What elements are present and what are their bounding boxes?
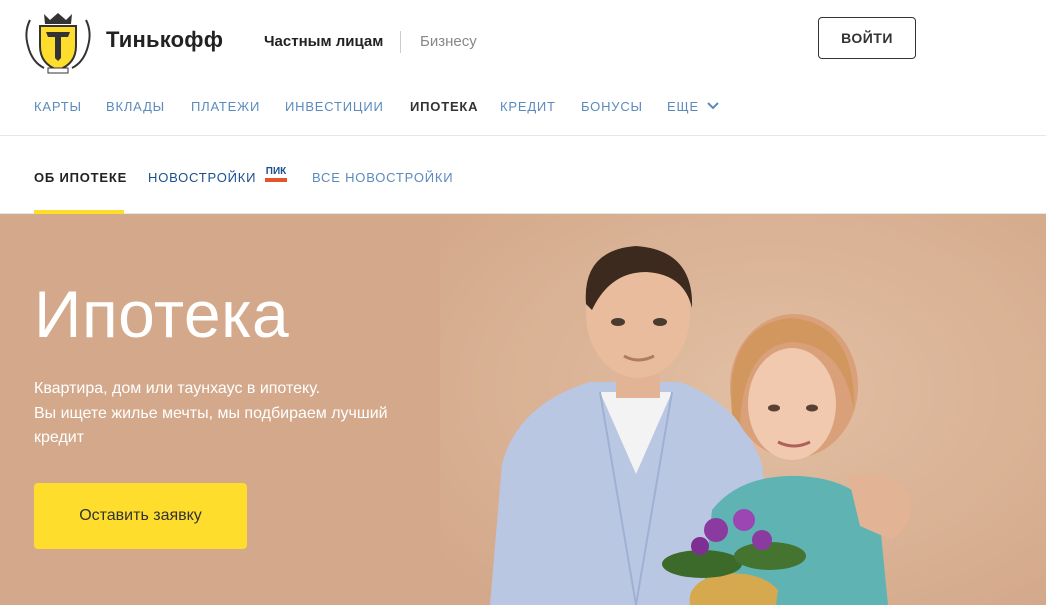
- nav-item-investments[interactable]: ИНВЕСТИЦИИ: [285, 99, 384, 114]
- chevron-down-icon[interactable]: [706, 101, 720, 111]
- nav-item-bonuses[interactable]: БОНУСЫ: [581, 99, 643, 114]
- pik-logo-text: ПИК: [266, 166, 287, 177]
- hero-description-line: кредит: [34, 429, 85, 446]
- hero-description: Квартира, дом или таунхаус в ипотеку. Вы…: [34, 377, 434, 451]
- hero-description-line: Квартира, дом или таунхаус в ипотеку.: [34, 380, 321, 397]
- segment-divider: [400, 31, 401, 53]
- tab-all-new-buildings[interactable]: ВСЕ НОВОСТРОЙКИ: [312, 170, 453, 185]
- nav-item-payments[interactable]: ПЛАТЕЖИ: [191, 99, 260, 114]
- mortgage-subnav: ОБ ИПОТЕКЕ НОВОСТРОЙКИ ПИК ВСЕ НОВОСТРОЙ…: [0, 136, 1046, 214]
- hero-description-line: Вы ищете жилье мечты, мы подбираем лучши…: [34, 404, 388, 422]
- pik-logo-icon[interactable]: ПИК: [264, 162, 288, 184]
- hero-title: Ипотека: [34, 277, 290, 351]
- nav-item-more[interactable]: ЕЩЕ: [667, 99, 699, 114]
- couple-photo: [440, 214, 1046, 605]
- tab-about-mortgage[interactable]: ОБ ИПОТЕКЕ: [34, 170, 127, 185]
- apply-button[interactable]: Оставить заявку: [34, 483, 247, 549]
- hero-banner: Ипотека Квартира, дом или таунхаус в ипо…: [0, 214, 1046, 605]
- top-header: Тинькофф Частным лицам Бизнесу ВОЙТИ КАР…: [0, 0, 1046, 136]
- tinkoff-logo-icon[interactable]: [22, 10, 94, 74]
- nav-item-deposits[interactable]: ВКЛАДЫ: [106, 99, 165, 114]
- brand-name[interactable]: Тинькофф: [106, 27, 223, 53]
- login-button[interactable]: ВОЙТИ: [818, 17, 916, 59]
- nav-item-credit[interactable]: КРЕДИТ: [500, 99, 556, 114]
- nav-item-mortgage[interactable]: ИПОТЕКА: [410, 99, 478, 114]
- segment-business[interactable]: Бизнесу: [420, 33, 477, 50]
- segment-private[interactable]: Частным лицам: [264, 33, 383, 50]
- nav-item-cards[interactable]: КАРТЫ: [34, 99, 82, 114]
- tab-new-buildings[interactable]: НОВОСТРОЙКИ: [148, 170, 256, 185]
